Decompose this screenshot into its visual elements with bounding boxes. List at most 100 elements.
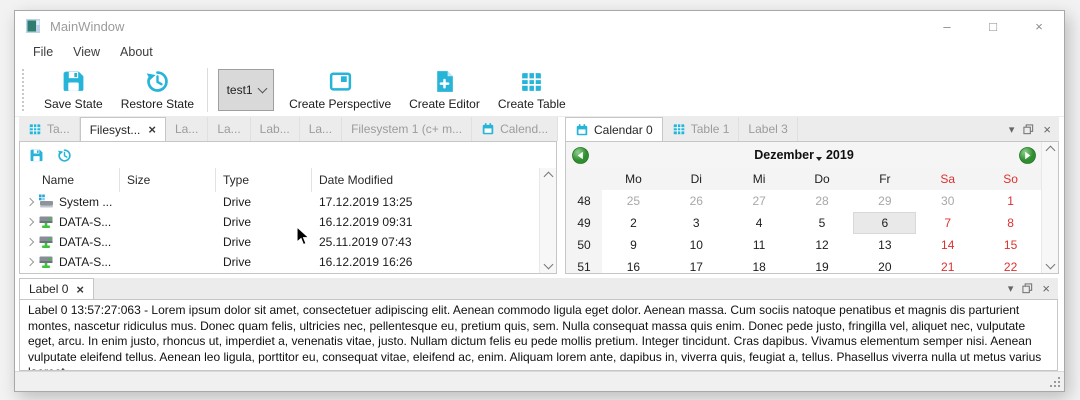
expand-chevron-icon[interactable] [26,238,34,246]
toolbar-separator [207,68,208,112]
calendar-day[interactable]: 4 [728,212,791,234]
column-header-size[interactable]: Size [120,168,216,192]
calendar-day[interactable]: 22 [979,256,1042,274]
scroll-down-icon[interactable] [1045,260,1055,270]
save-icon[interactable] [29,148,44,163]
restore-icon[interactable] [57,148,72,163]
create-perspective-button[interactable]: Create Perspective [280,67,400,113]
scroll-up-icon[interactable] [1045,146,1055,156]
minimize-button[interactable]: – [924,11,970,41]
restore-state-button[interactable]: Restore State [112,67,203,113]
next-month-button[interactable] [1019,147,1036,164]
calendar-day[interactable]: 12 [791,234,854,256]
calendar-day[interactable]: 15 [979,234,1042,256]
tab-calendar[interactable]: Calend... [472,117,558,141]
menu-about[interactable]: About [110,43,163,61]
tree-scrollbar[interactable] [539,168,556,273]
row-type: Drive [216,235,312,249]
restore-state-label: Restore State [121,97,194,111]
tab-table-1[interactable]: Table 1 [663,117,740,141]
month-dropdown-icon[interactable] [816,157,822,161]
dock-menu-button[interactable]: ▾ [1008,282,1014,295]
calendar-title[interactable]: Dezember 2019 [595,148,1013,162]
dock-menu-button[interactable]: ▾ [1009,123,1015,136]
toolbar-drag-handle[interactable] [22,69,27,111]
table-row[interactable]: DATA-S... Drive 16.12.2019 09:31 [20,212,540,232]
calendar-day[interactable]: 29 [853,190,916,212]
calendar-day-selected[interactable]: 6 [853,212,916,234]
row-type: Drive [216,195,312,209]
scroll-up-icon[interactable] [543,172,553,182]
calendar-day[interactable]: 7 [916,212,979,234]
tab-label: La... [175,122,198,136]
status-bar [15,371,1064,391]
calendar-day[interactable]: 9 [602,234,665,256]
maximize-button[interactable]: □ [970,11,1016,41]
day-header: So [979,168,1042,190]
day-header: Mo [602,168,665,190]
month-label[interactable]: Dezember [754,148,814,162]
expand-chevron-icon[interactable] [26,258,34,266]
calendar-day[interactable]: 30 [916,190,979,212]
calendar-grid: Mo Di Mi Do Fr Sa So 48 25 26 27 28 29 3… [566,168,1042,273]
dock-float-icon[interactable] [1023,124,1034,135]
calendar-day[interactable]: 17 [665,256,728,274]
calendar-day[interactable]: 16 [602,256,665,274]
column-header-date[interactable]: Date Modified [312,168,540,192]
tab-label-c[interactable]: Lab... [251,117,300,141]
tab-calendar-0[interactable]: Calendar 0 [565,117,663,142]
calendar-scrollbar[interactable] [1041,142,1058,273]
tab-filesystem-0[interactable]: Filesyst... × [80,117,166,142]
calendar-day[interactable]: 27 [728,190,791,212]
prev-month-button[interactable] [572,147,589,164]
calendar-day[interactable]: 18 [728,256,791,274]
create-editor-button[interactable]: Create Editor [400,67,489,113]
tab-close-icon[interactable]: × [148,122,156,137]
tab-label: Ta... [47,122,70,136]
tab-label-a[interactable]: La... [166,117,208,141]
tab-label-d[interactable]: La... [300,117,342,141]
table-row[interactable]: System ... Drive 17.12.2019 13:25 [20,192,540,212]
tab-label-b[interactable]: La... [208,117,250,141]
close-button[interactable]: × [1016,11,1062,41]
perspective-combobox[interactable]: test1 [218,69,274,111]
tab-table-0[interactable]: Ta... [19,117,80,141]
calendar-day[interactable]: 10 [665,234,728,256]
tab-filesystem-1[interactable]: Filesystem 1 (c+ m... [342,117,472,141]
network-drive-icon [38,234,54,250]
expand-chevron-icon[interactable] [26,218,34,226]
dock-float-icon[interactable] [1022,283,1033,294]
tab-label-3[interactable]: Label 3 [739,117,797,141]
calendar-day[interactable]: 19 [791,256,854,274]
calendar-day[interactable]: 3 [665,212,728,234]
calendar-day[interactable]: 21 [916,256,979,274]
size-grip[interactable] [1049,376,1061,388]
calendar-day[interactable]: 20 [853,256,916,274]
calendar-day[interactable]: 14 [916,234,979,256]
calendar-day[interactable]: 11 [728,234,791,256]
tab-close-icon[interactable]: × [76,282,84,297]
menu-view[interactable]: View [63,43,110,61]
calendar-day[interactable]: 28 [791,190,854,212]
calendar-day[interactable]: 26 [665,190,728,212]
calendar-day[interactable]: 25 [602,190,665,212]
table-row[interactable]: DATA-S... Drive 25.11.2019 07:43 [20,232,540,252]
scroll-down-icon[interactable] [543,260,553,270]
column-header-name[interactable]: Name [20,168,120,192]
tab-label-0[interactable]: Label 0 × [19,278,94,300]
column-header-type[interactable]: Type [216,168,312,192]
year-label[interactable]: 2019 [826,148,854,162]
calendar-day[interactable]: 1 [979,190,1042,212]
menu-file[interactable]: File [23,43,63,61]
table-row[interactable]: DATA-S... Drive 16.12.2019 16:26 [20,252,540,272]
calendar-day[interactable]: 8 [979,212,1042,234]
create-table-button[interactable]: Create Table [489,67,575,113]
dock-close-button[interactable]: × [1043,122,1051,137]
row-date: 16.12.2019 16:26 [312,255,540,269]
calendar-day[interactable]: 13 [853,234,916,256]
calendar-day[interactable]: 2 [602,212,665,234]
calendar-day[interactable]: 5 [791,212,854,234]
dock-close-button[interactable]: × [1042,281,1050,296]
expand-chevron-icon[interactable] [26,198,34,206]
save-state-button[interactable]: Save State [35,67,112,113]
